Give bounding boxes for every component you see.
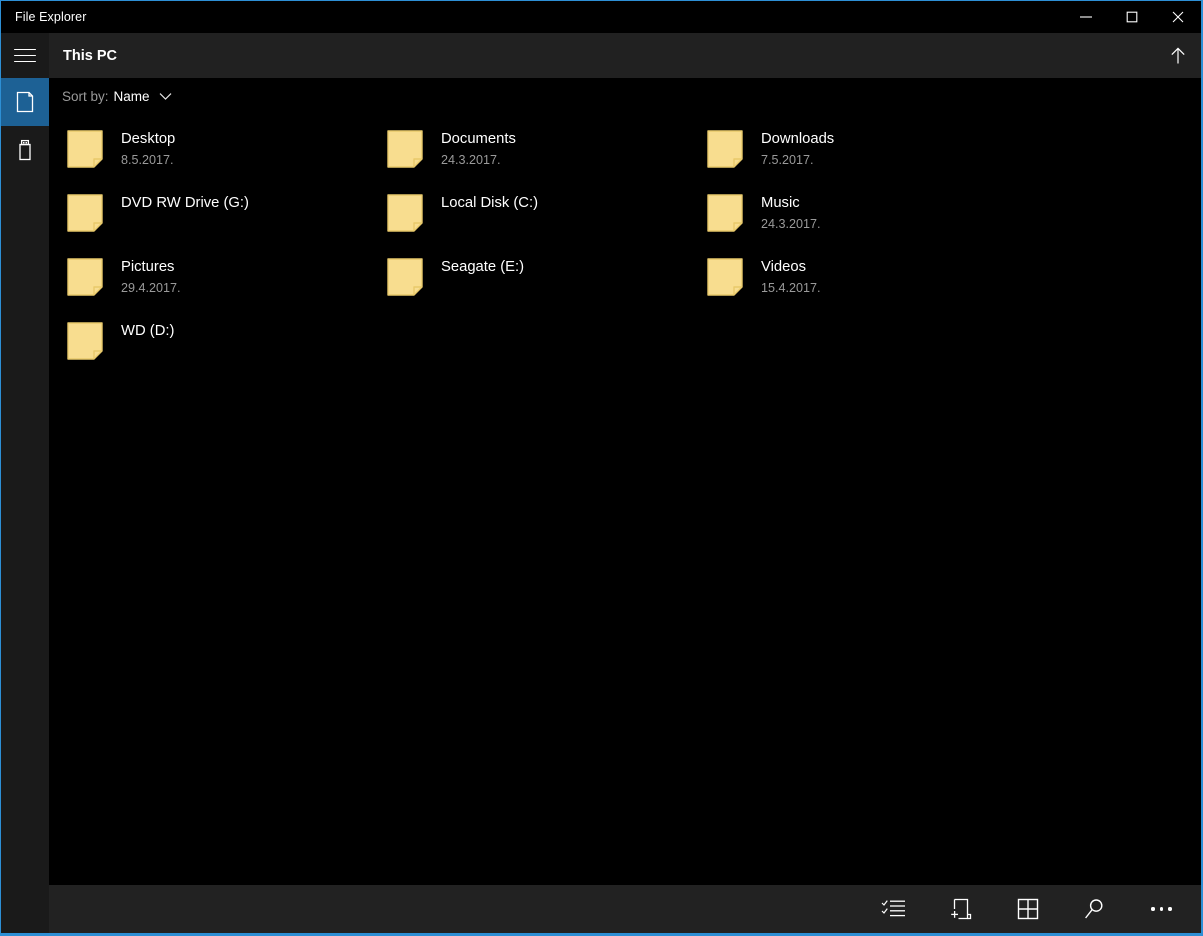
window-controls	[1063, 1, 1201, 33]
app-header: This PC	[1, 33, 1201, 78]
this-pc-icon	[16, 91, 34, 113]
folder-icon	[67, 194, 103, 232]
title-bar: File Explorer	[1, 1, 1201, 33]
file-name: WD (D:)	[121, 323, 175, 339]
select-button[interactable]	[860, 885, 927, 933]
more-dots-icon	[1151, 907, 1172, 911]
file-tile[interactable]: Desktop 8.5.2017.	[49, 123, 369, 187]
file-name: Pictures	[121, 259, 175, 275]
file-name: Videos	[761, 259, 806, 275]
file-tile[interactable]: Documents 24.3.2017.	[369, 123, 689, 187]
folder-icon	[387, 194, 423, 232]
sort-by-label: Sort by:	[62, 88, 109, 104]
window-title: File Explorer	[15, 10, 87, 24]
minimize-icon	[1080, 16, 1092, 18]
navigation-sidebar	[1, 78, 49, 885]
minimize-button[interactable]	[1063, 1, 1109, 33]
file-tile[interactable]: Downloads 7.5.2017.	[689, 123, 1009, 187]
folder-icon	[67, 258, 103, 296]
new-folder-icon	[950, 898, 971, 920]
file-date: 24.3.2017.	[441, 153, 501, 167]
usb-drive-icon	[19, 139, 31, 161]
hamburger-menu-button[interactable]	[1, 33, 49, 78]
file-tile[interactable]: Seagate (E:)	[369, 251, 689, 315]
arrow-up-icon	[1171, 47, 1185, 63]
folder-icon	[67, 322, 103, 360]
sidebar-item-this-pc[interactable]	[1, 78, 49, 126]
file-tile[interactable]: Music 24.3.2017.	[689, 187, 1009, 251]
sidebar-item-removable-drive[interactable]	[1, 126, 49, 174]
search-button[interactable]	[1061, 885, 1128, 933]
folder-icon	[707, 194, 743, 232]
search-icon	[1084, 899, 1102, 919]
file-tile-text: Documents 24.3.2017.	[441, 129, 516, 169]
folder-icon	[387, 130, 423, 168]
file-name: Documents	[441, 131, 516, 147]
page-title: This PC	[63, 47, 117, 64]
command-bar	[1, 885, 1201, 933]
new-folder-button[interactable]	[927, 885, 994, 933]
sort-by-value: Name	[113, 88, 150, 104]
command-bar-spacer	[1, 885, 49, 933]
file-tile[interactable]: Pictures 29.4.2017.	[49, 251, 369, 315]
folder-icon	[67, 130, 103, 168]
file-name: Seagate (E:)	[441, 259, 525, 275]
command-bar-buttons	[49, 885, 1201, 933]
file-grid: Desktop 8.5.2017. Documents 24.3.2017. Downl…	[49, 114, 1201, 379]
close-icon	[1172, 11, 1184, 23]
file-tile-text: Local Disk (C:)	[441, 193, 538, 213]
file-tile-text: Seagate (E:)	[441, 257, 524, 277]
window-body: Sort by: Name Desktop 8.5.2017. Documents 2…	[1, 78, 1201, 885]
file-date: 7.5.2017.	[761, 153, 814, 167]
file-name: Local Disk (C:)	[441, 195, 539, 211]
folder-icon	[707, 258, 743, 296]
file-tile-text: WD (D:)	[121, 321, 174, 341]
file-tile-text: Videos 15.4.2017.	[761, 257, 821, 297]
file-list-content: Sort by: Name Desktop 8.5.2017. Documents 2…	[49, 78, 1201, 885]
folder-icon	[387, 258, 423, 296]
sort-by-control[interactable]: Sort by: Name	[49, 78, 1201, 114]
file-date: 29.4.2017.	[121, 281, 181, 295]
hamburger-icon	[14, 44, 36, 66]
file-tile-text: Pictures 29.4.2017.	[121, 257, 181, 297]
navigate-up-button[interactable]	[1155, 33, 1201, 78]
close-button[interactable]	[1155, 1, 1201, 33]
chevron-down-icon	[159, 92, 172, 101]
file-tile[interactable]: WD (D:)	[49, 315, 369, 379]
file-date: 15.4.2017.	[761, 281, 821, 295]
file-name: Downloads	[761, 131, 835, 147]
file-tile-text: DVD RW Drive (G:)	[121, 193, 249, 213]
more-options-button[interactable]	[1128, 885, 1195, 933]
file-tile-text: Music 24.3.2017.	[761, 193, 821, 233]
file-tile-text: Downloads 7.5.2017.	[761, 129, 834, 169]
file-tile[interactable]: Local Disk (C:)	[369, 187, 689, 251]
file-tile[interactable]: Videos 15.4.2017.	[689, 251, 1009, 315]
select-checklist-icon	[881, 900, 905, 917]
file-name: Desktop	[121, 131, 176, 147]
file-tile[interactable]: DVD RW Drive (G:)	[49, 187, 369, 251]
maximize-icon	[1126, 11, 1138, 23]
view-button[interactable]	[994, 885, 1061, 933]
file-explorer-window: File Explorer This PC Sort by: Name Desk…	[0, 0, 1203, 936]
folder-icon	[707, 130, 743, 168]
file-name: Music	[761, 195, 800, 211]
file-date: 8.5.2017.	[121, 153, 174, 167]
file-tile-text: Desktop 8.5.2017.	[121, 129, 175, 169]
file-date: 24.3.2017.	[761, 217, 821, 231]
view-grid-icon	[1017, 898, 1038, 920]
file-name: DVD RW Drive (G:)	[121, 195, 249, 211]
maximize-button[interactable]	[1109, 1, 1155, 33]
